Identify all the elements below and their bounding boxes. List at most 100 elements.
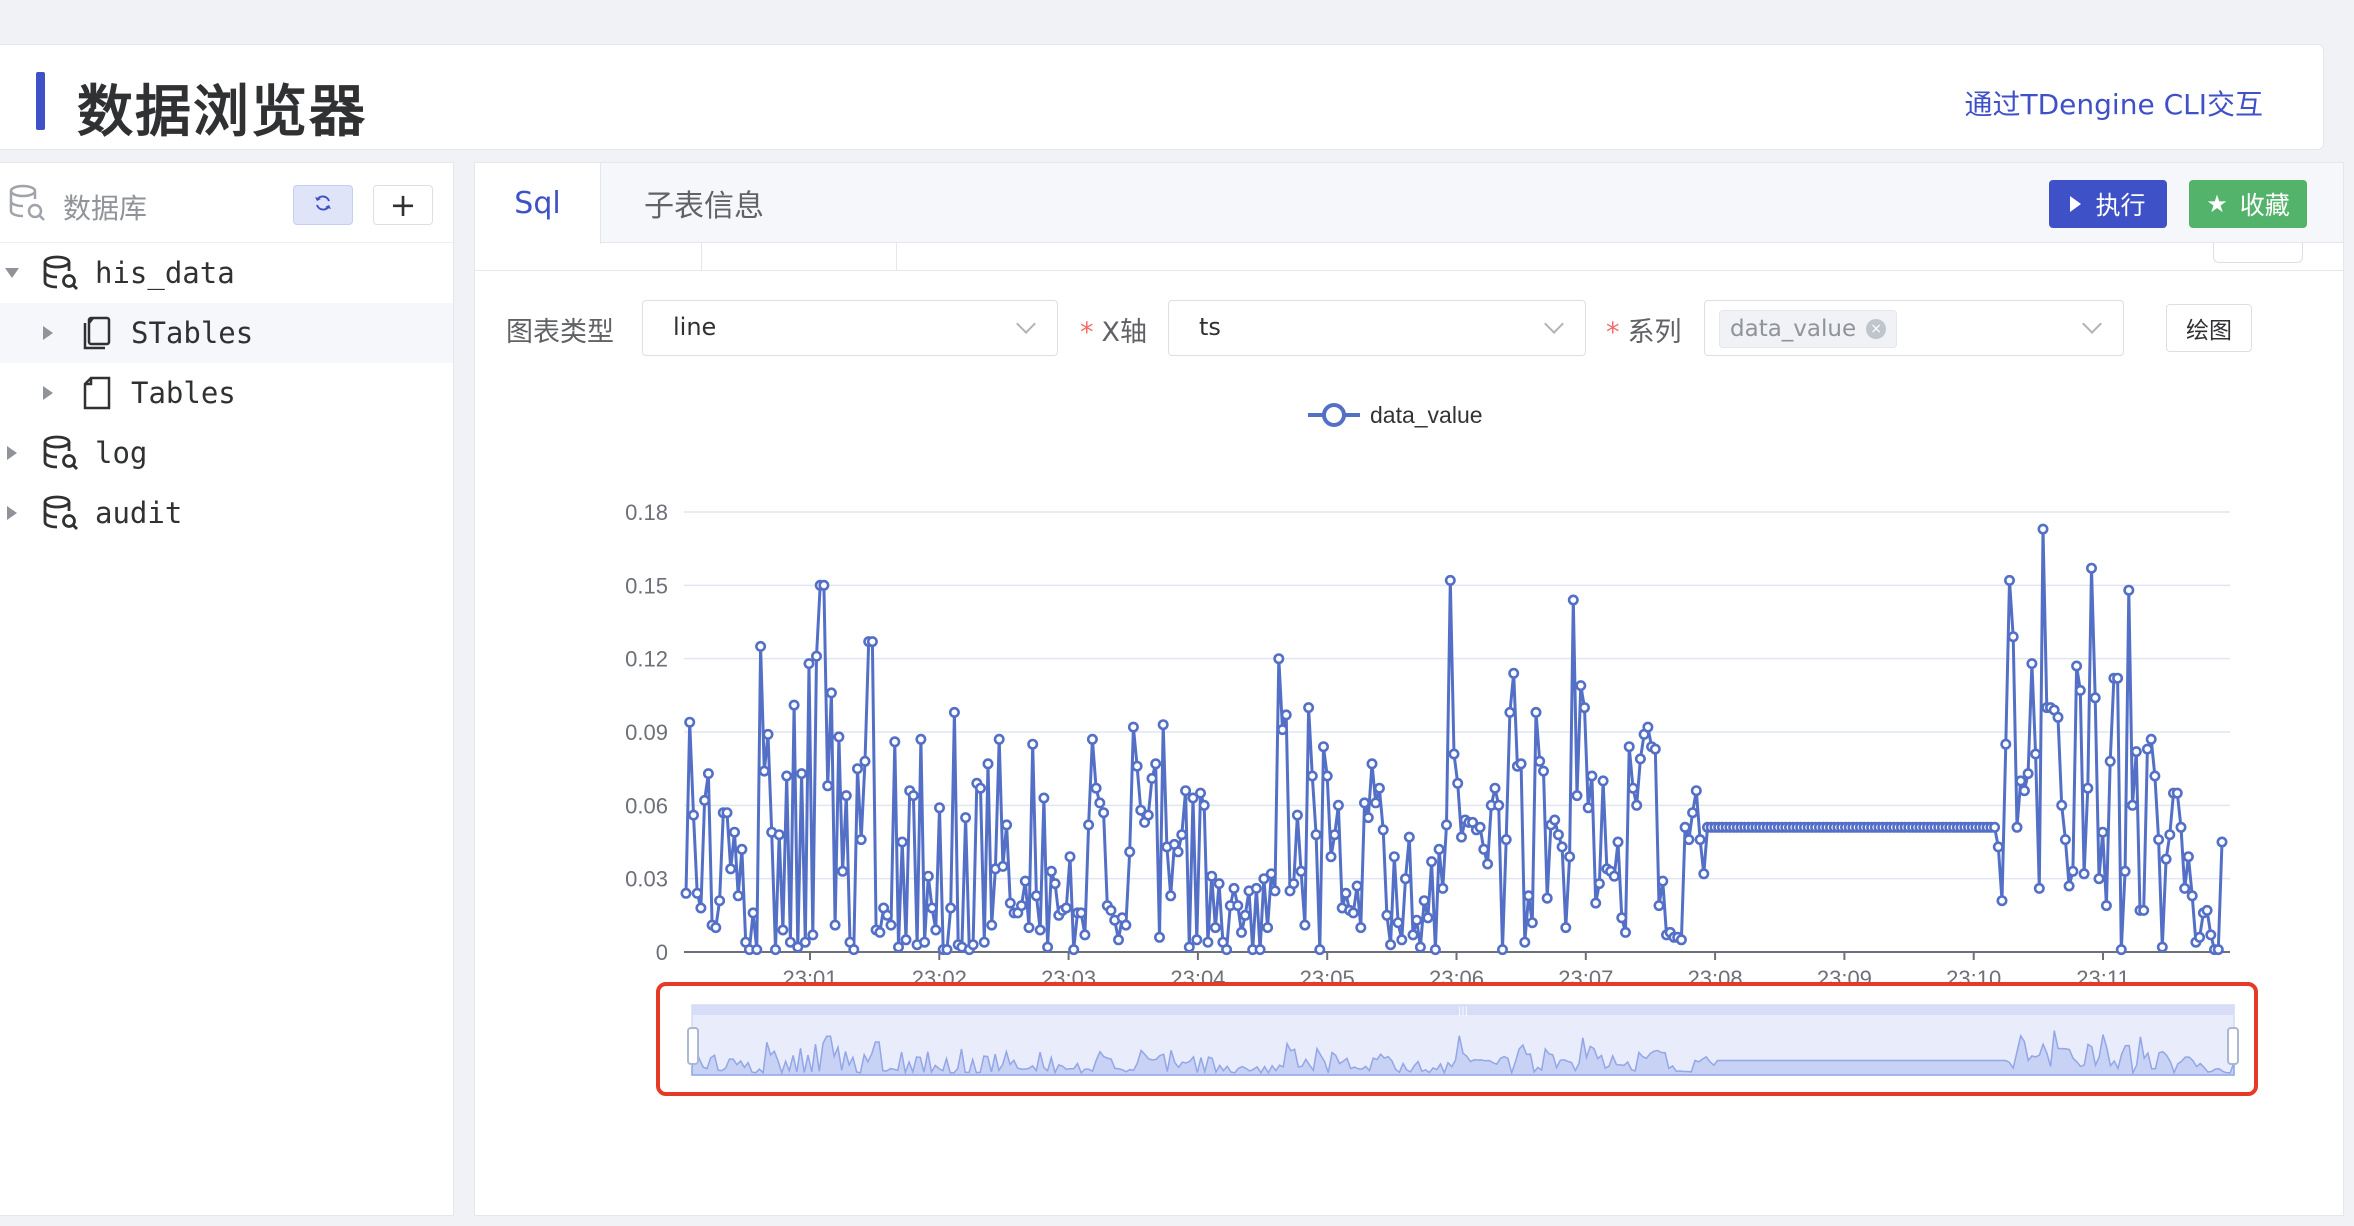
x-tick-label: 23:06 <box>1429 966 1484 991</box>
data-point <box>941 944 953 956</box>
data-point <box>2179 882 2191 894</box>
data-point <box>695 902 707 914</box>
data-point <box>1295 865 1307 877</box>
data-point <box>1497 944 1509 956</box>
data-point <box>1291 809 1303 821</box>
data-point <box>1086 733 1098 745</box>
data-point <box>702 768 714 780</box>
data-point <box>1620 926 1632 938</box>
data-point <box>2201 904 2213 916</box>
data-point <box>1593 878 1605 890</box>
data-point <box>1120 919 1132 931</box>
chart-legend[interactable]: data_value <box>1308 402 1483 428</box>
data-point <box>2186 890 2198 902</box>
x-tick-label: 23:04 <box>1170 966 1225 991</box>
data-point <box>1526 917 1538 929</box>
data-point <box>2149 770 2161 782</box>
data-point <box>1582 802 1594 814</box>
data-point <box>2104 755 2116 767</box>
data-point <box>1209 922 1221 934</box>
zoom-handle-right[interactable] <box>2227 1027 2239 1065</box>
data-point <box>725 863 737 875</box>
data-point <box>807 929 819 941</box>
data-point <box>1422 912 1434 924</box>
data-point <box>837 865 849 877</box>
data-point <box>1392 917 1404 929</box>
data-point <box>1400 873 1412 885</box>
data-point <box>1456 831 1468 843</box>
data-point <box>892 941 904 953</box>
data-point <box>1541 892 1553 904</box>
data-point <box>1146 772 1158 784</box>
data-point <box>1489 782 1501 794</box>
data-point <box>687 809 699 821</box>
data-point <box>1631 799 1643 811</box>
data-point <box>900 934 912 946</box>
data-point <box>1142 809 1154 821</box>
data-point <box>684 716 696 728</box>
data-point <box>781 770 793 782</box>
data-point <box>1500 834 1512 846</box>
data-point <box>799 936 811 948</box>
data-point <box>2205 929 2217 941</box>
data-point <box>818 579 830 591</box>
data-point <box>1198 799 1210 811</box>
data-point <box>974 782 986 794</box>
data-point <box>1064 851 1076 863</box>
data-point <box>1362 812 1374 824</box>
data-point <box>840 790 852 802</box>
data-point <box>1206 870 1218 882</box>
data-point <box>1538 765 1550 777</box>
legend-label: data_value <box>1370 402 1483 428</box>
data-point <box>1675 934 1687 946</box>
data-point <box>1482 858 1494 870</box>
data-point <box>1627 782 1639 794</box>
data-point <box>747 907 759 919</box>
data-point <box>1429 944 1441 956</box>
data-point <box>1690 785 1702 797</box>
y-tick-label: 0.18 <box>625 500 668 525</box>
data-point <box>755 640 767 652</box>
y-axis: 0 0.03 0.06 0.09 0.12 0.15 0.18 <box>625 500 668 965</box>
data-point <box>1359 797 1371 809</box>
data-point <box>945 902 957 914</box>
data-point <box>2052 711 2064 723</box>
data-point <box>1228 882 1240 894</box>
data-point <box>1034 924 1046 936</box>
data-point <box>1269 885 1281 897</box>
data-point <box>1180 785 1192 797</box>
x-tick-label: 23:10 <box>1946 966 2001 991</box>
data-point <box>1310 829 1322 841</box>
data-point <box>2112 672 2124 684</box>
data-point <box>1273 653 1285 665</box>
data-point <box>2086 562 2098 574</box>
data-point <box>1649 743 1661 755</box>
legend-symbol <box>1322 403 1346 427</box>
data-point <box>2145 733 2157 745</box>
data-point <box>1657 875 1669 887</box>
data-point <box>907 790 919 802</box>
data-point <box>1478 843 1490 855</box>
data-point <box>948 706 960 718</box>
data-point <box>2093 873 2105 885</box>
data-zoom-slider[interactable]: ||| <box>687 1004 2239 1076</box>
data-point <box>1068 944 1080 956</box>
data-point <box>1045 865 1057 877</box>
data-point <box>1340 887 1352 899</box>
data-point <box>1452 777 1464 789</box>
data-point <box>1001 819 1013 831</box>
zoom-handle-left[interactable] <box>687 1027 699 1065</box>
data-point <box>777 924 789 936</box>
data-point <box>2182 851 2194 863</box>
data-point <box>1530 706 1542 718</box>
data-point <box>2138 904 2150 916</box>
data-point <box>1403 831 1415 843</box>
data-point <box>1448 748 1460 760</box>
data-point <box>1597 775 1609 787</box>
data-point <box>1150 758 1162 770</box>
data-point <box>986 919 998 931</box>
data-point <box>732 890 744 902</box>
data-point <box>2089 692 2101 704</box>
data-point <box>714 895 726 907</box>
data-point <box>1418 895 1430 907</box>
